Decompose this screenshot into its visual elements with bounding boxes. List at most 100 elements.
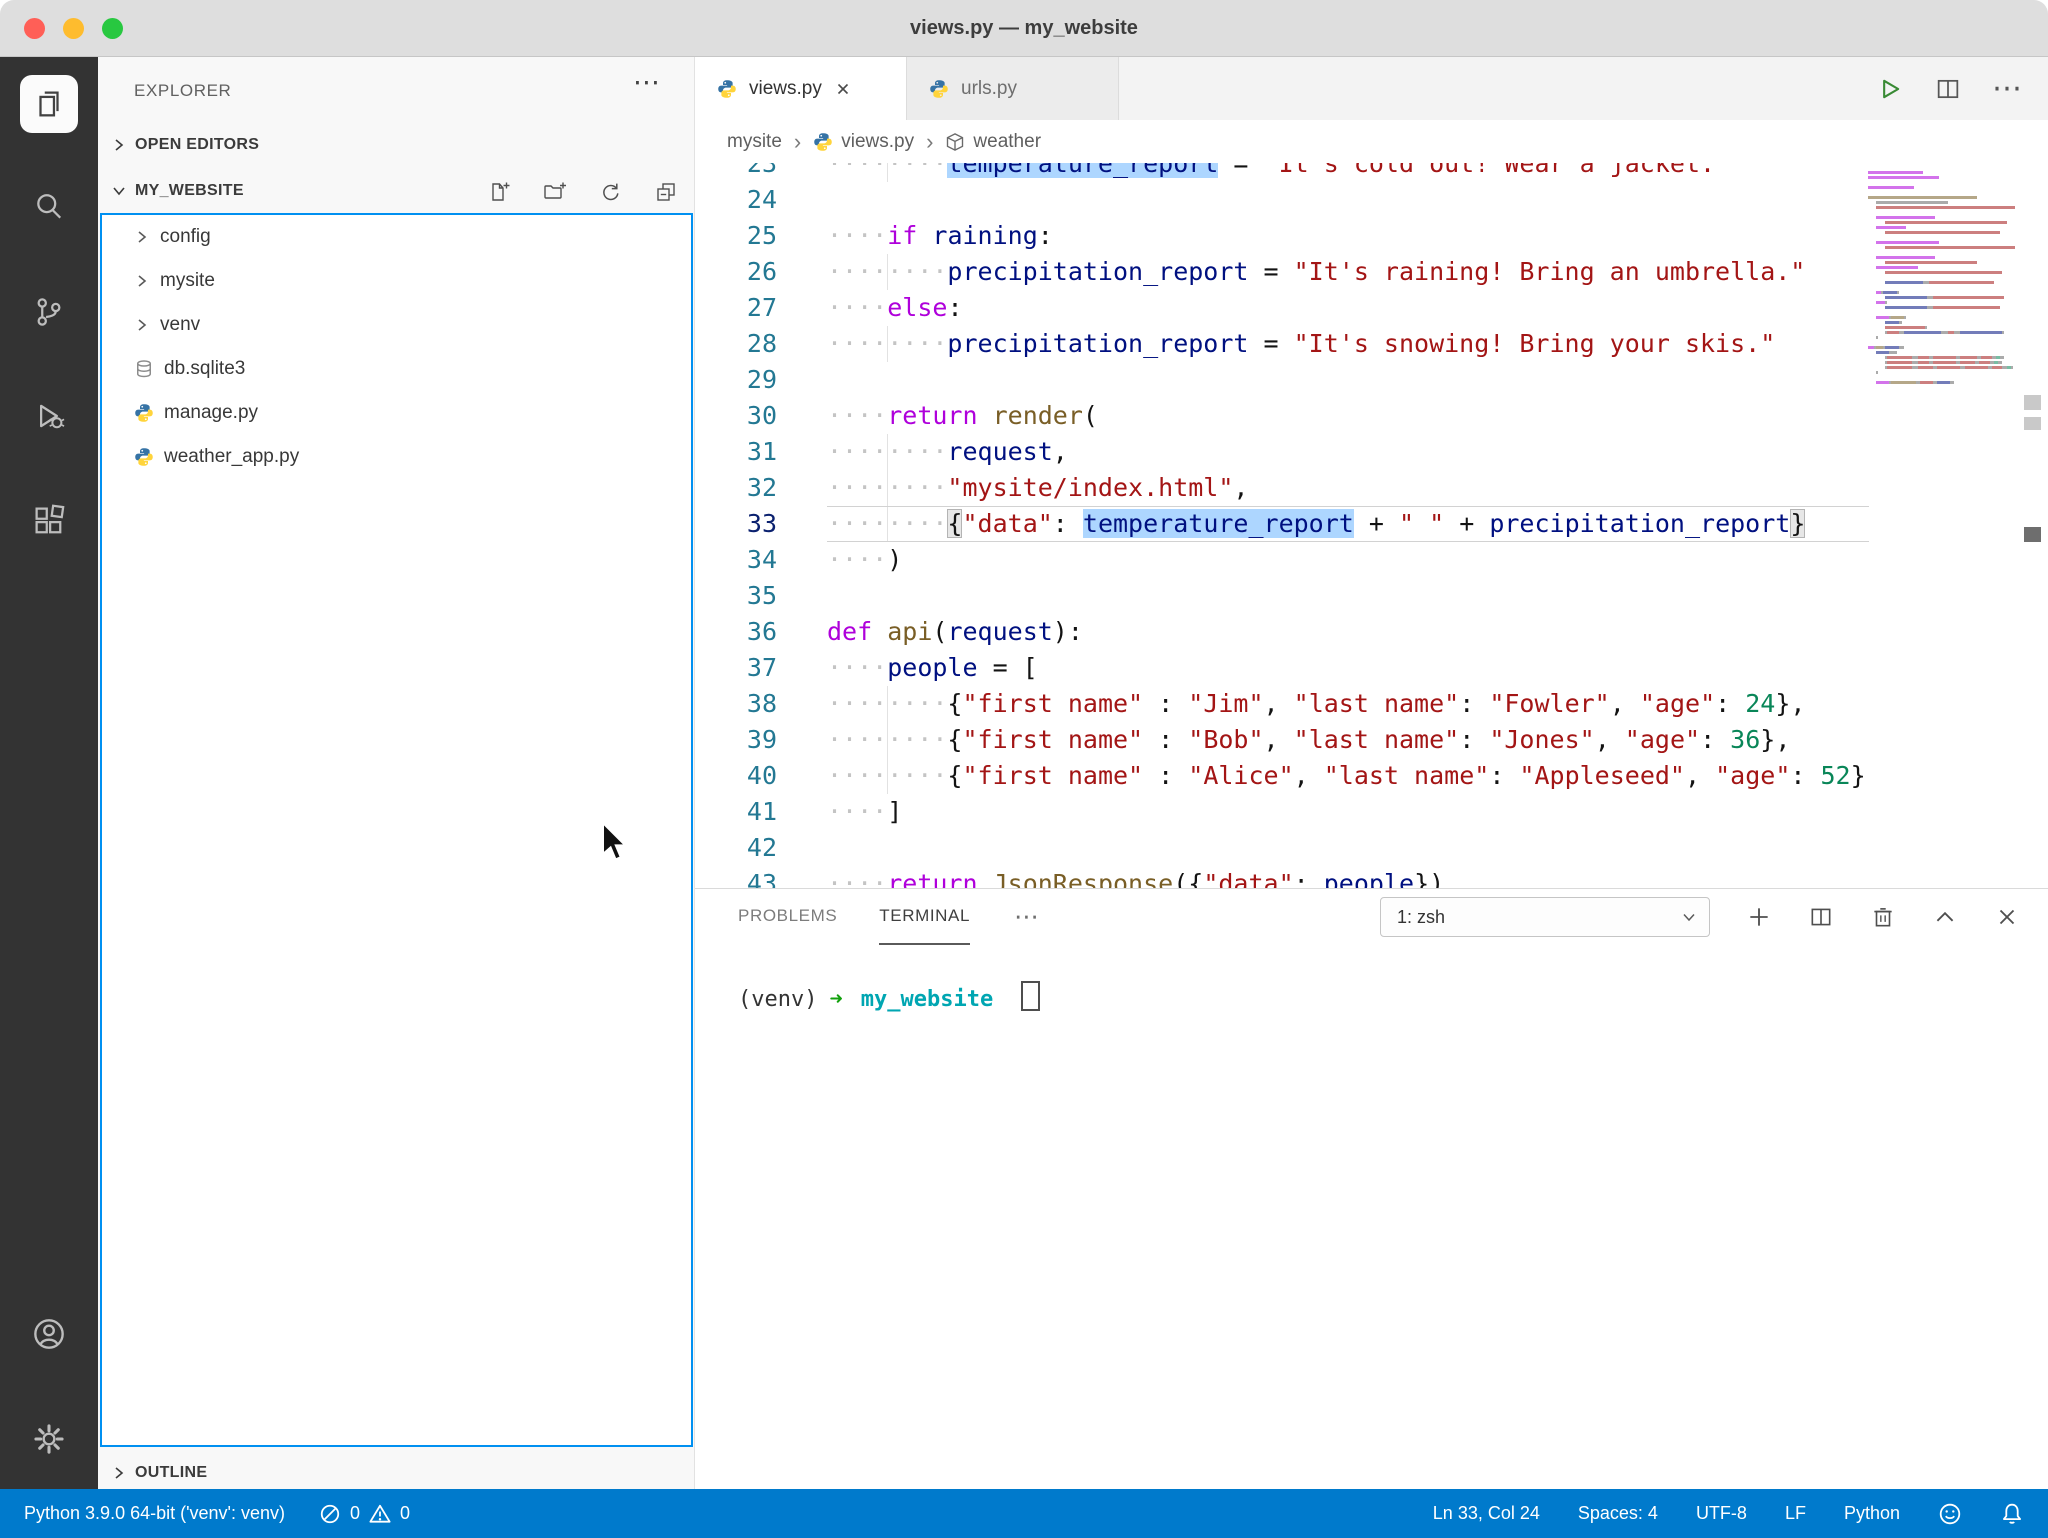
status-encoding[interactable]: UTF-8: [1696, 1503, 1747, 1524]
line-number-26[interactable]: 26: [695, 254, 827, 290]
close-window-button[interactable]: [24, 18, 45, 39]
line-number-29[interactable]: 29: [695, 362, 827, 398]
line-number-42[interactable]: 42: [695, 830, 827, 866]
run-file-icon[interactable]: [1876, 75, 1904, 103]
code-line-30[interactable]: ····return render(: [827, 398, 1869, 434]
line-number-23[interactable]: 23: [695, 163, 827, 182]
code-line-25[interactable]: ····if raining:: [827, 218, 1869, 254]
status-cursor-position[interactable]: Ln 33, Col 24: [1433, 1503, 1540, 1524]
split-editor-icon[interactable]: [1934, 75, 1962, 103]
line-number-37[interactable]: 37: [695, 650, 827, 686]
code-line-32[interactable]: ········"mysite/index.html",: [827, 470, 1869, 506]
new-folder-icon[interactable]: [542, 180, 566, 204]
split-terminal-icon[interactable]: [1808, 904, 1834, 930]
tree-item-venv[interactable]: venv: [102, 303, 691, 347]
code-line-24[interactable]: [827, 182, 1869, 218]
code-line-35[interactable]: [827, 578, 1869, 614]
line-number-36[interactable]: 36: [695, 614, 827, 650]
line-number-28[interactable]: 28: [695, 326, 827, 362]
shell-selector[interactable]: 1: zsh: [1380, 897, 1710, 937]
notifications-bell-icon[interactable]: [2000, 1502, 2024, 1526]
close-icon[interactable]: [834, 80, 852, 98]
new-file-icon[interactable]: [486, 180, 510, 204]
activity-explorer[interactable]: [20, 75, 78, 133]
more-actions-icon[interactable]: ⋯: [1992, 74, 2022, 104]
code-line-39[interactable]: ········{"first name" : "Bob", "last nam…: [827, 722, 1869, 758]
code-line-42[interactable]: [827, 830, 1869, 866]
line-number-27[interactable]: 27: [695, 290, 827, 326]
tab-urls.py[interactable]: urls.py: [907, 57, 1119, 120]
code-editor[interactable]: 2324252627282930313233343536373839404142…: [695, 163, 2048, 888]
close-panel-icon[interactable]: [1994, 904, 2020, 930]
code-line-28[interactable]: ········precipitation_report = "It's sno…: [827, 326, 1869, 362]
collapse-all-icon[interactable]: [654, 180, 678, 204]
code-line-26[interactable]: ········precipitation_report = "It's rai…: [827, 254, 1869, 290]
section-open-editors[interactable]: OPEN EDITORS: [98, 123, 694, 167]
refresh-icon[interactable]: [598, 180, 622, 204]
line-number-24[interactable]: 24: [695, 182, 827, 218]
python-icon: [813, 132, 833, 152]
line-number-39[interactable]: 39: [695, 722, 827, 758]
code-line-43[interactable]: ····return JsonResponse({"data": people}…: [827, 866, 1869, 888]
line-number-40[interactable]: 40: [695, 758, 827, 794]
panel-more-icon[interactable]: ⋯: [1014, 902, 1039, 932]
line-number-43[interactable]: 43: [695, 866, 827, 888]
code-line-33[interactable]: ········{"data": temperature_report + " …: [827, 506, 1869, 542]
panel-tab-terminal[interactable]: TERMINAL: [879, 889, 970, 945]
code-line-36[interactable]: def api(request):: [827, 614, 1869, 650]
activity-settings[interactable]: [0, 1420, 98, 1458]
activity-run-debug[interactable]: [0, 398, 98, 434]
breadcrumb-views.py[interactable]: views.py: [813, 131, 914, 153]
code-line-31[interactable]: ········request,: [827, 434, 1869, 470]
line-number-34[interactable]: 34: [695, 542, 827, 578]
code-line-41[interactable]: ····]: [827, 794, 1869, 830]
gear-icon: [30, 1420, 68, 1458]
tab-views.py[interactable]: views.py: [695, 57, 907, 120]
code-line-34[interactable]: ····): [827, 542, 1869, 578]
feedback-smiley-icon[interactable]: [1938, 1502, 1962, 1526]
terminal-content[interactable]: (venv)➜my_website: [695, 945, 2048, 1012]
panel-tab-problems[interactable]: PROBLEMS: [738, 889, 837, 945]
line-number-35[interactable]: 35: [695, 578, 827, 614]
kill-terminal-icon[interactable]: [1870, 904, 1896, 930]
line-number-41[interactable]: 41: [695, 794, 827, 830]
code-line-23[interactable]: ········temperature_report = "It's cold …: [827, 163, 1869, 182]
activity-extensions[interactable]: [0, 503, 98, 539]
new-terminal-icon[interactable]: [1746, 904, 1772, 930]
code-line-40[interactable]: ········{"first name" : "Alice", "last n…: [827, 758, 1869, 794]
breadcrumb-weather[interactable]: weather: [945, 131, 1041, 153]
python-icon: [929, 79, 949, 99]
code-line-37[interactable]: ····people = [: [827, 650, 1869, 686]
status-python-interpreter[interactable]: Python 3.9.0 64-bit ('venv': venv): [24, 1503, 285, 1524]
tree-item-manage.py[interactable]: manage.py: [102, 391, 691, 435]
status-right: Ln 33, Col 24 Spaces: 4 UTF-8 LF Python: [1433, 1502, 2024, 1526]
status-bar: Python 3.9.0 64-bit ('venv': venv) 0 0 L…: [0, 1489, 2048, 1538]
tree-item-weather_app.py[interactable]: weather_app.py: [102, 435, 691, 479]
code-line-27[interactable]: ····else:: [827, 290, 1869, 326]
line-number-31[interactable]: 31: [695, 434, 827, 470]
tree-item-config[interactable]: config: [102, 215, 691, 259]
status-indentation[interactable]: Spaces: 4: [1578, 1503, 1658, 1524]
code-line-29[interactable]: [827, 362, 1869, 398]
tree-item-mysite[interactable]: mysite: [102, 259, 691, 303]
sidebar-more-actions[interactable]: ⋯: [633, 67, 660, 98]
minimize-window-button[interactable]: [63, 18, 84, 39]
breadcrumb-mysite[interactable]: mysite: [727, 131, 782, 153]
tree-item-label: db.sqlite3: [164, 358, 245, 380]
activity-account[interactable]: [0, 1315, 98, 1353]
minimap[interactable]: [1868, 171, 2018, 386]
status-problems[interactable]: 0 0: [319, 1503, 410, 1525]
status-eol[interactable]: LF: [1785, 1503, 1806, 1524]
activity-search[interactable]: [0, 189, 98, 225]
line-number-38[interactable]: 38: [695, 686, 827, 722]
line-number-25[interactable]: 25: [695, 218, 827, 254]
code-line-38[interactable]: ········{"first name" : "Jim", "last nam…: [827, 686, 1869, 722]
line-number-33[interactable]: 33: [695, 506, 827, 542]
tree-item-db.sqlite3[interactable]: db.sqlite3: [102, 347, 691, 391]
status-language-mode[interactable]: Python: [1844, 1503, 1900, 1524]
line-number-32[interactable]: 32: [695, 470, 827, 506]
maximize-panel-icon[interactable]: [1932, 904, 1958, 930]
activity-source-control[interactable]: [0, 294, 98, 330]
line-number-30[interactable]: 30: [695, 398, 827, 434]
zoom-window-button[interactable]: [102, 18, 123, 39]
